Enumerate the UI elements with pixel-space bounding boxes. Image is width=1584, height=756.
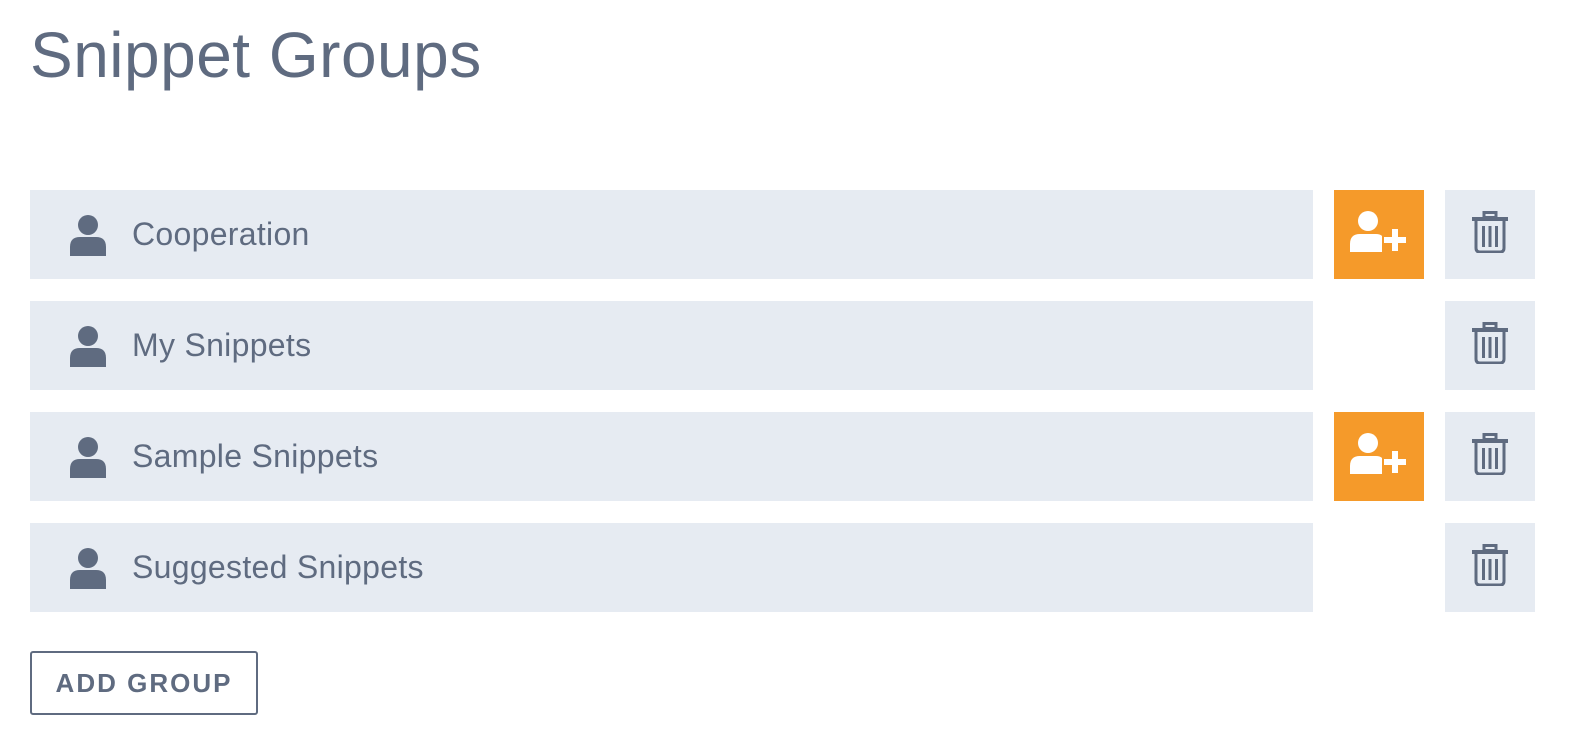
group-label: My Snippets (132, 327, 312, 363)
group-row-sample-snippets: Sample Snippets (30, 412, 1536, 501)
group-row-suggested-snippets: Suggested Snippets (30, 523, 1536, 612)
add-user-icon (1350, 432, 1408, 481)
group-item-sample-snippets[interactable]: Sample Snippets (30, 412, 1313, 501)
group-list: Cooperation My Snippets Sample Snippets … (30, 190, 1536, 634)
group-item-suggested-snippets[interactable]: Suggested Snippets (30, 523, 1313, 612)
trash-icon (1471, 433, 1509, 480)
person-icon (68, 214, 108, 256)
group-label: Cooperation (132, 216, 310, 252)
add-user-icon (1350, 210, 1408, 259)
group-label: Sample Snippets (132, 438, 379, 474)
person-icon (68, 547, 108, 589)
group-label: Suggested Snippets (132, 549, 424, 585)
trash-icon (1471, 544, 1509, 591)
trash-icon (1471, 322, 1509, 369)
delete-group-button[interactable] (1445, 190, 1535, 279)
trash-icon (1471, 211, 1509, 258)
add-group-button[interactable]: ADD GROUP (30, 651, 258, 715)
person-icon (68, 325, 108, 367)
group-item-my-snippets[interactable]: My Snippets (30, 301, 1313, 390)
group-item-cooperation[interactable]: Cooperation (30, 190, 1313, 279)
add-member-button[interactable] (1334, 412, 1424, 501)
snippet-groups-page: Snippet Groups Cooperation My Snippets S… (0, 0, 1584, 756)
person-icon (68, 436, 108, 478)
page-title: Snippet Groups (30, 19, 482, 91)
delete-group-button[interactable] (1445, 412, 1535, 501)
group-row-cooperation: Cooperation (30, 190, 1536, 279)
add-member-button[interactable] (1334, 190, 1424, 279)
delete-group-button[interactable] (1445, 523, 1535, 612)
group-row-my-snippets: My Snippets (30, 301, 1536, 390)
delete-group-button[interactable] (1445, 301, 1535, 390)
